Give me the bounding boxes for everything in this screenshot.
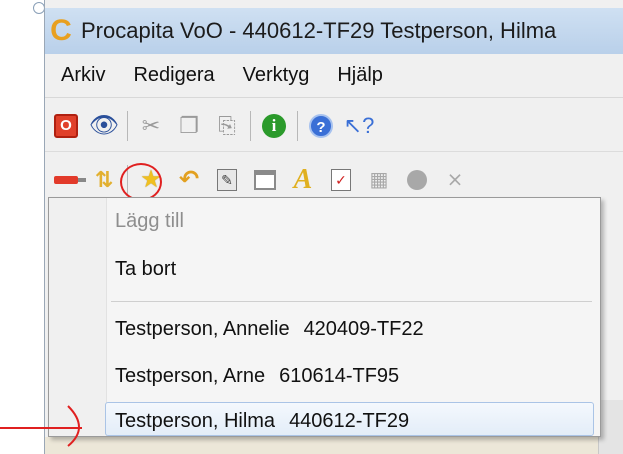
menu-separator bbox=[111, 301, 592, 302]
person-id: 440612-TF29 bbox=[289, 410, 410, 432]
menu-item-add[interactable]: Lägg till bbox=[115, 210, 184, 233]
menu-arkiv[interactable]: Arkiv bbox=[45, 64, 119, 87]
stop-icon: O bbox=[54, 113, 78, 138]
whats-this-button[interactable]: ↖? bbox=[343, 111, 375, 141]
favorites-dropdown-menu: Lägg till Ta bort Testperson, Annelie 420… bbox=[48, 197, 601, 437]
help-icon: ? bbox=[309, 113, 333, 138]
red-document-icon: ✓ bbox=[331, 169, 351, 191]
copy-button[interactable]: ❐ bbox=[174, 111, 204, 141]
sort-button[interactable]: ⇅ bbox=[89, 165, 119, 195]
scrollbar[interactable] bbox=[598, 400, 623, 454]
circle-button[interactable] bbox=[402, 165, 432, 195]
person-name: Testperson, Arne bbox=[115, 365, 266, 387]
menu-item-person[interactable]: Testperson, Arne 610614-TF95 bbox=[115, 365, 399, 388]
person-id: 420409-TF22 bbox=[303, 318, 424, 340]
toolbar-separator bbox=[127, 110, 128, 141]
window-title: Procapita VoO - 440612-TF29 Testperson, … bbox=[81, 18, 557, 43]
help-button[interactable]: ? bbox=[306, 111, 336, 141]
menu-bar: Arkiv Redigera Verktyg Hjälp bbox=[45, 54, 623, 98]
main-toolbar: O 👁 ✂ ❐ ⎘ i ? ↖? bbox=[45, 100, 623, 152]
cut-button[interactable]: ✂ bbox=[136, 111, 166, 141]
menu-item-person-selected[interactable]: Testperson, Hilma 440612-TF29 bbox=[115, 410, 409, 433]
list-button[interactable] bbox=[51, 165, 81, 195]
red-list-icon bbox=[54, 176, 78, 184]
app-logo-icon: C bbox=[50, 14, 72, 47]
person-name: Testperson, Annelie bbox=[115, 318, 290, 340]
window-icon bbox=[254, 170, 276, 190]
paste-icon: ⎘ bbox=[218, 112, 236, 138]
chart-button[interactable]: ⨯ bbox=[440, 165, 470, 195]
binoculars-icon: 👁 bbox=[88, 111, 120, 139]
stop-button[interactable]: O bbox=[51, 111, 81, 141]
gray-circle-icon bbox=[407, 170, 427, 190]
person-name: Testperson, Hilma bbox=[115, 410, 276, 432]
menu-redigera[interactable]: Redigera bbox=[119, 64, 228, 87]
whats-this-icon: ↖? bbox=[343, 112, 375, 138]
document-button[interactable]: ✓ bbox=[326, 165, 356, 195]
menu-item-remove[interactable]: Ta bort bbox=[115, 258, 176, 281]
left-margin bbox=[0, 0, 44, 454]
cut-icon: ✂ bbox=[141, 112, 161, 138]
person-id: 610614-TF95 bbox=[279, 365, 400, 387]
annotation-circle bbox=[120, 163, 162, 201]
gray-grid-icon: ▦ bbox=[369, 169, 389, 191]
paste-button[interactable]: ⎘ bbox=[212, 111, 242, 141]
window-button[interactable] bbox=[250, 165, 280, 195]
gray-chart-icon: ⨯ bbox=[446, 169, 464, 191]
menu-verktyg[interactable]: Verktyg bbox=[229, 64, 324, 87]
content-area-strip bbox=[45, 437, 623, 454]
menu-hjalp[interactable]: Hjälp bbox=[323, 64, 397, 87]
script-a-icon: A bbox=[293, 164, 313, 195]
copy-icon: ❐ bbox=[179, 112, 199, 138]
annotation-arrow bbox=[0, 405, 82, 447]
menu-item-person[interactable]: Testperson, Annelie 420409-TF22 bbox=[115, 318, 424, 341]
search-button[interactable]: 👁 bbox=[89, 111, 119, 141]
toolbar-separator bbox=[297, 110, 298, 141]
grid-button[interactable]: ▦ bbox=[364, 165, 394, 195]
info-button[interactable]: i bbox=[259, 111, 289, 141]
title-bar: C Procapita VoO - 440612-TF29 Testperson… bbox=[45, 8, 623, 54]
undo-icon: ↶ bbox=[178, 166, 200, 193]
info-icon: i bbox=[262, 113, 286, 138]
sort-arrows-icon: ⇅ bbox=[94, 167, 114, 192]
undo-button[interactable]: ↶ bbox=[174, 165, 204, 195]
edit-icon: ✎ bbox=[217, 169, 237, 191]
toolbar-separator bbox=[250, 110, 251, 141]
edit-button[interactable]: ✎ bbox=[212, 165, 242, 195]
script-button[interactable]: A bbox=[288, 165, 318, 195]
menu-gutter bbox=[49, 198, 107, 436]
